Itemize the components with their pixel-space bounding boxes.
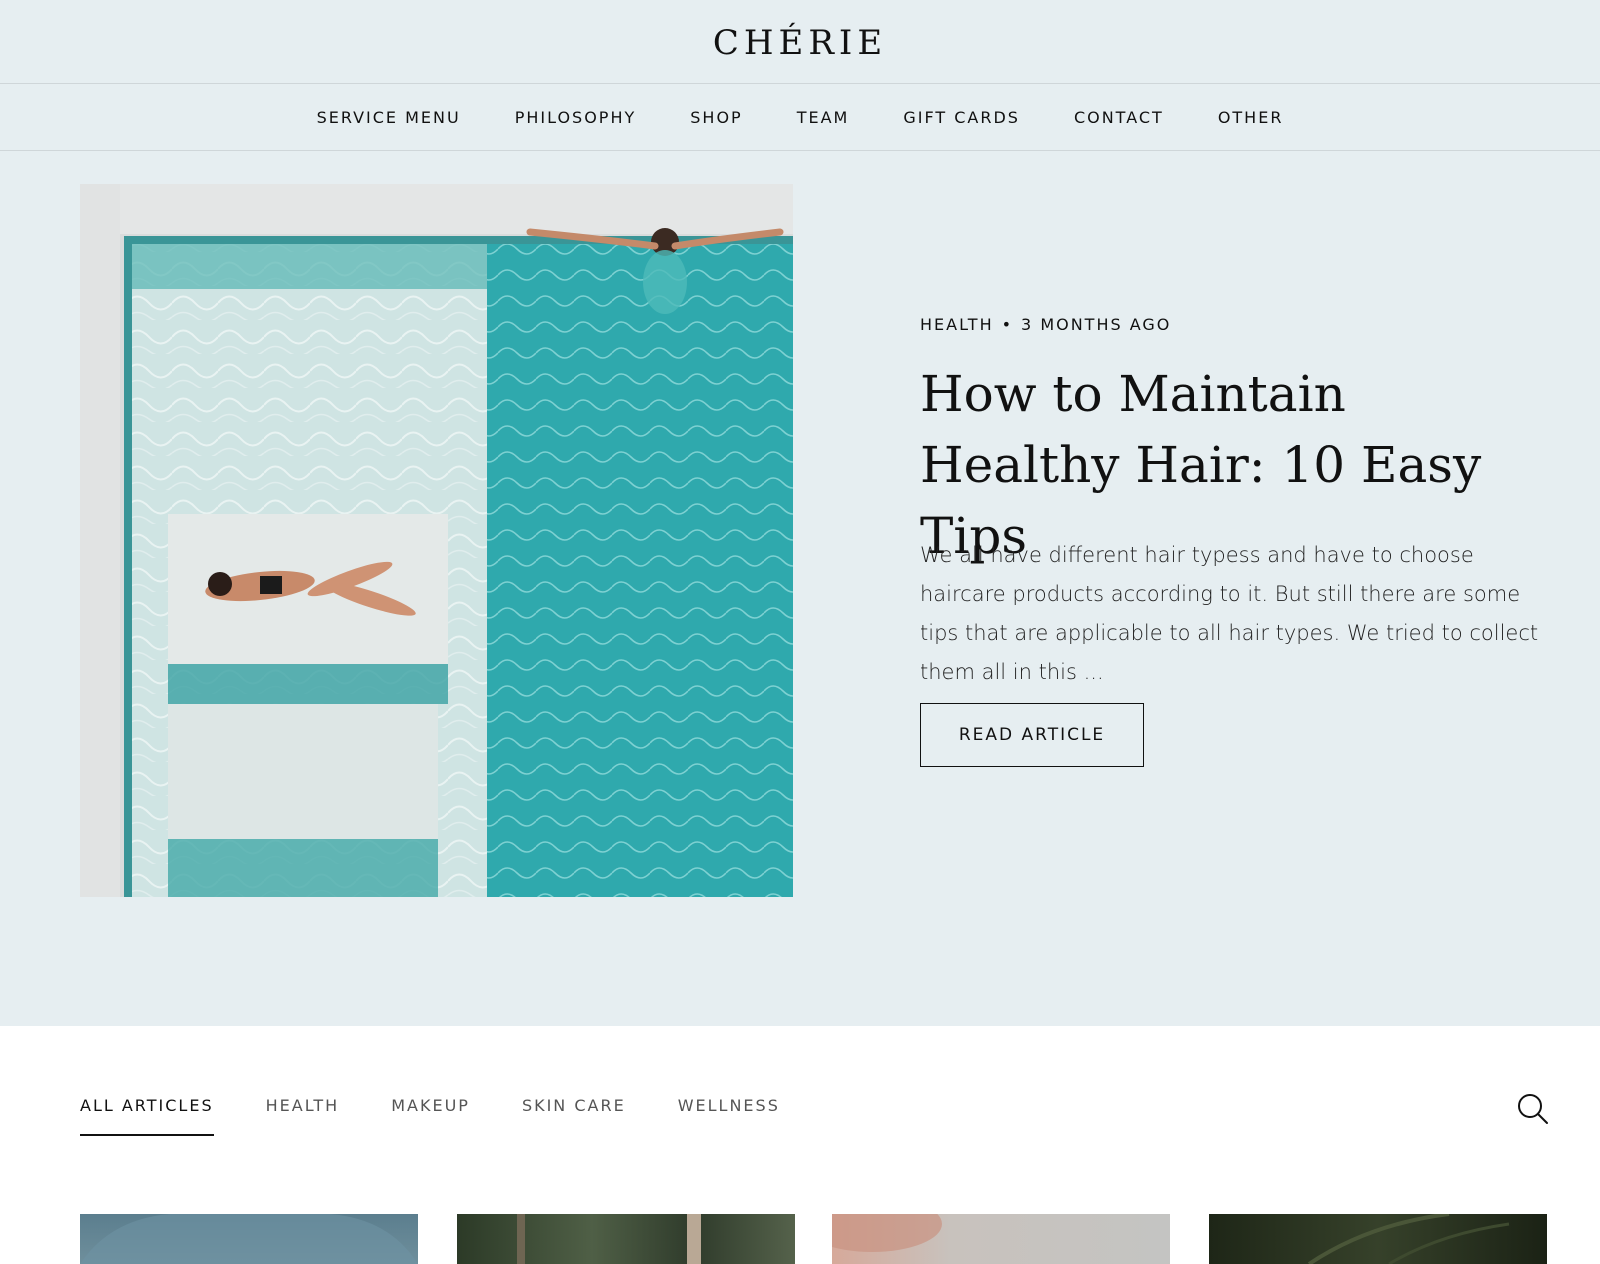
article-card-image[interactable] — [1209, 1214, 1547, 1264]
photo-thumbnail — [1307, 1214, 1510, 1264]
article-excerpt: We all have different hair typess and ha… — [920, 543, 1539, 684]
meta-separator: • — [1001, 315, 1014, 334]
photo-thumbnail — [80, 1214, 418, 1264]
photo-thumbnail — [832, 1214, 942, 1252]
main-nav: SERVICE MENU PHILOSOPHY SHOP TEAM GIFT C… — [0, 84, 1600, 151]
nav-item-other[interactable]: OTHER — [1191, 108, 1311, 127]
article-card-image[interactable] — [80, 1214, 418, 1264]
brand-logo[interactable]: CHÉRIE — [713, 23, 887, 63]
article-card-image[interactable] — [832, 1214, 1170, 1264]
tab-health[interactable]: HEALTH — [266, 1096, 340, 1136]
pool-aerial-photo — [80, 184, 793, 897]
read-article-button[interactable]: READ ARTICLE — [920, 703, 1144, 767]
nav-item-service-menu[interactable]: SERVICE MENU — [290, 108, 488, 127]
search-button[interactable] — [1516, 1092, 1550, 1126]
featured-article-image[interactable] — [80, 184, 793, 897]
featured-article: HEALTH • 3 MONTHS AGO How to Maintain Heal… — [0, 151, 1600, 1026]
site-header: CHÉRIE — [0, 0, 1600, 84]
article-meta: HEALTH • 3 MONTHS AGO — [920, 315, 1171, 334]
nav-item-contact[interactable]: CONTACT — [1047, 108, 1191, 127]
nav-item-shop[interactable]: SHOP — [663, 108, 769, 127]
article-category[interactable]: HEALTH — [920, 315, 994, 334]
article-filter-tabs: ALL ARTICLES HEALTH MAKEUP SKIN CARE WEL… — [80, 1096, 780, 1136]
tab-makeup[interactable]: MAKEUP — [391, 1096, 470, 1136]
tab-wellness[interactable]: WELLNESS — [678, 1096, 780, 1136]
tab-all-articles[interactable]: ALL ARTICLES — [80, 1096, 214, 1136]
article-time: 3 MONTHS AGO — [1021, 315, 1172, 334]
article-card-image[interactable] — [457, 1214, 795, 1264]
nav-item-team[interactable]: TEAM — [770, 108, 877, 127]
search-icon — [1518, 1094, 1548, 1124]
nav-item-philosophy[interactable]: PHILOSOPHY — [488, 108, 664, 127]
nav-item-gift-cards[interactable]: GIFT CARDS — [876, 108, 1047, 127]
tab-skin-care[interactable]: SKIN CARE — [522, 1096, 626, 1136]
photo-thumbnail — [517, 1214, 701, 1264]
article-grid — [80, 1214, 1547, 1264]
